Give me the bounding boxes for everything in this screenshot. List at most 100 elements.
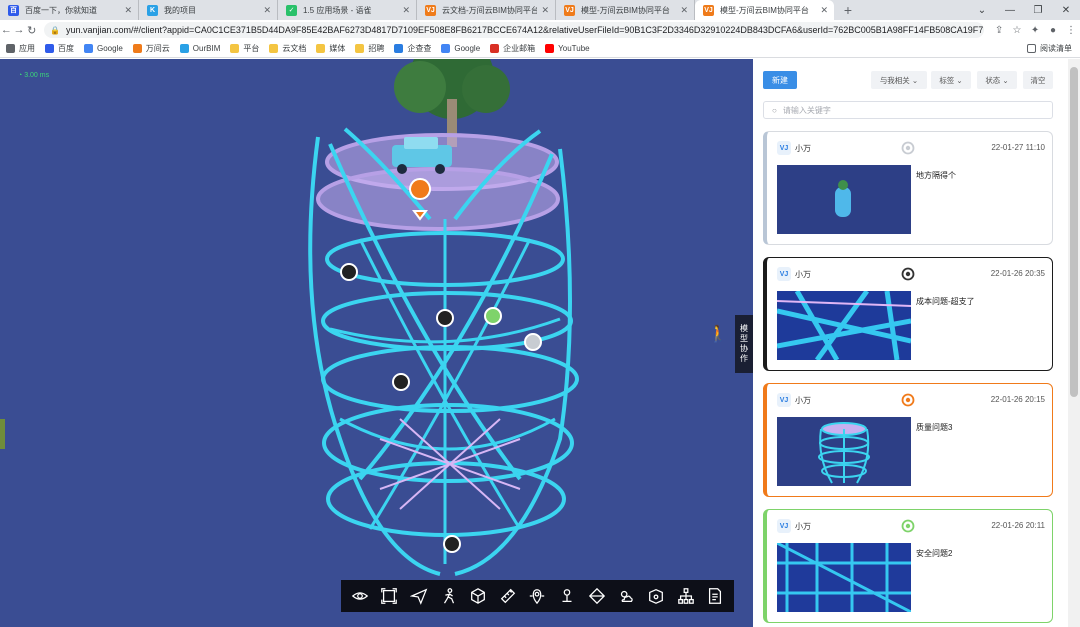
new-issue-button[interactable]: 新建 [763, 71, 797, 89]
panel-scrollbar[interactable] [1068, 59, 1080, 627]
search-input[interactable]: ○ 请输入关键字 [763, 101, 1053, 119]
issue-time: 22-01-26 20:35 [990, 269, 1045, 278]
vanjian-logo-icon: VJ [777, 393, 791, 407]
close-tab-icon[interactable]: ✕ [263, 5, 271, 16]
url-input[interactable]: 🔒 yun.vanjian.com/#/client?appid=CA0C1CE… [44, 22, 985, 38]
issue-card-header: VJ 小万 22-01-27 11:10 [777, 140, 1045, 156]
browser-tab[interactable]: VJ 模型-万间云BIM协同平台 ✕ [556, 0, 695, 20]
restore-icon[interactable]: ❐ [1024, 0, 1052, 20]
issue-card[interactable]: VJ 小万 22-01-26 20:11 安全问题2 [763, 509, 1053, 623]
frame-icon[interactable] [378, 585, 400, 607]
issue-type-marker-icon [901, 141, 915, 155]
filter-status-dropdown[interactable]: 状态 ⌄ [977, 71, 1017, 89]
document-icon[interactable] [704, 585, 726, 607]
close-window-icon[interactable]: ✕ [1052, 0, 1080, 20]
bookmark-item[interactable]: 万间云 [132, 43, 170, 54]
bookmark-label: 企查查 [407, 44, 432, 53]
browser-tab[interactable]: K 我的项目 ✕ [139, 0, 278, 20]
bookmark-item[interactable]: 云文档 [269, 43, 306, 54]
issue-title: 质量问题3 [916, 423, 953, 432]
bookmark-item[interactable]: 企查查 [394, 43, 431, 54]
forward-icon[interactable]: → [13, 24, 26, 36]
close-tab-icon[interactable]: ✕ [124, 5, 132, 16]
bookmark-item[interactable]: 应用 [6, 43, 35, 54]
bookmark-item[interactable]: Google [441, 44, 480, 53]
issue-title: 安全问题2 [916, 549, 953, 558]
extensions-icon[interactable]: ✦ [1026, 25, 1044, 36]
issue-thumbnail[interactable] [777, 165, 911, 234]
bookmark-item[interactable]: 媒体 [316, 43, 345, 54]
browser-tab[interactable]: VJ 云文档-万间云BIM协同平台 ✕ [417, 0, 556, 20]
bookmark-item[interactable]: 平台 [230, 43, 259, 54]
marker-icon[interactable] [526, 585, 548, 607]
bookmark-label: 企业邮箱 [503, 44, 536, 53]
bookmark-icon [355, 44, 365, 53]
bookmark-icon [316, 44, 326, 53]
bookmark-icon [179, 44, 189, 53]
issue-card[interactable]: VJ 小万 22-01-27 11:10 地方隔得个 [763, 131, 1053, 245]
tab-favicon-icon: VJ [703, 4, 714, 16]
tab-title: 模型-万间云BIM协同平台 [581, 5, 670, 15]
walk-icon[interactable] [438, 585, 460, 607]
profile-icon[interactable]: ● [1044, 25, 1062, 36]
tab-favicon-icon: K [147, 4, 158, 16]
bookmark-item[interactable]: 企业邮箱 [490, 43, 535, 54]
lock-icon[interactable]: 🔒 [50, 26, 60, 35]
close-tab-icon[interactable]: ✕ [820, 5, 828, 16]
bookmark-label: 百度 [58, 44, 74, 53]
pin-icon[interactable] [556, 585, 578, 607]
weather-icon[interactable] [615, 585, 637, 607]
issue-card[interactable]: VJ 小万 22-01-26 20:35 成本问题-超支了 [763, 257, 1053, 371]
close-tab-icon[interactable]: ✕ [541, 5, 549, 16]
issue-thumbnail[interactable] [777, 417, 911, 486]
reading-list-label: 阅读清单 [1040, 44, 1072, 53]
bookmark-item[interactable]: Google [84, 44, 123, 53]
filter-tag-dropdown[interactable]: 标签 ⌄ [931, 71, 971, 89]
bookmark-icon [441, 44, 451, 53]
bookmark-label: 云文档 [282, 44, 307, 53]
close-tab-icon[interactable]: ✕ [680, 5, 688, 16]
bookmark-icon [230, 44, 240, 53]
send-icon[interactable] [408, 585, 430, 607]
tree-structure-icon[interactable] [675, 585, 697, 607]
bookmark-item[interactable]: YouTube [545, 44, 590, 53]
browser-tab[interactable]: 百百度一下，你就知道 ✕ [0, 0, 139, 20]
bookmark-item[interactable]: 百度 [45, 43, 74, 54]
back-icon[interactable]: ← [0, 24, 13, 36]
browser-tab[interactable]: ✓ 1.5 应用场景 - 语雀 ✕ [278, 0, 417, 20]
filter-related-dropdown[interactable]: 与我相关 ⌄ [871, 71, 927, 89]
model-viewer[interactable]: ◔ 3.00 ms 🚶 模型协作 [0, 59, 753, 627]
bookmark-icon [6, 44, 15, 53]
eye-icon[interactable] [349, 585, 371, 607]
prism-icon[interactable] [586, 585, 608, 607]
bookmark-label: OurBIM [192, 44, 221, 53]
bookmark-item[interactable]: 招聘 [355, 43, 384, 54]
person-icon[interactable]: 🚶 [708, 324, 728, 344]
issue-thumbnail[interactable] [777, 543, 911, 612]
tower-model[interactable] [0, 59, 753, 627]
issue-card[interactable]: VJ 小万 22-01-26 20:15 质量问题3 [763, 383, 1053, 497]
vanjian-logo-icon: VJ [777, 267, 791, 281]
browser-tab[interactable]: VJ 模型-万间云BIM协同平台 ✕ [695, 0, 834, 20]
issue-thumbnail[interactable] [777, 291, 911, 360]
model-collab-tab[interactable]: 模型协作 [735, 315, 753, 373]
new-tab-button[interactable]: + [838, 0, 858, 20]
tab-favicon-icon: VJ [564, 4, 575, 16]
bookmark-star-icon[interactable]: ☆ [1008, 25, 1026, 36]
scrollbar-thumb[interactable] [1070, 67, 1078, 397]
share-icon[interactable]: ⇪ [990, 25, 1008, 36]
reading-list-button[interactable]: 阅读清单 [1027, 43, 1072, 54]
tab-search-icon[interactable]: ⌄ [968, 0, 996, 20]
bookmark-label: 平台 [243, 44, 260, 53]
bookmark-item[interactable]: OurBIM [179, 44, 221, 53]
close-tab-icon[interactable]: ✕ [402, 5, 410, 16]
reload-icon[interactable]: ↻ [25, 24, 38, 37]
box-view-icon[interactable] [645, 585, 667, 607]
minimize-icon[interactable]: — [996, 0, 1024, 20]
cube-icon[interactable] [467, 585, 489, 607]
tab-favicon-icon: VJ [425, 4, 436, 16]
menu-icon[interactable]: ⋮ [1062, 25, 1080, 36]
left-panel-handle[interactable] [0, 419, 5, 449]
ruler-icon[interactable] [497, 585, 519, 607]
clear-filters-button[interactable]: 清空 [1023, 71, 1053, 89]
